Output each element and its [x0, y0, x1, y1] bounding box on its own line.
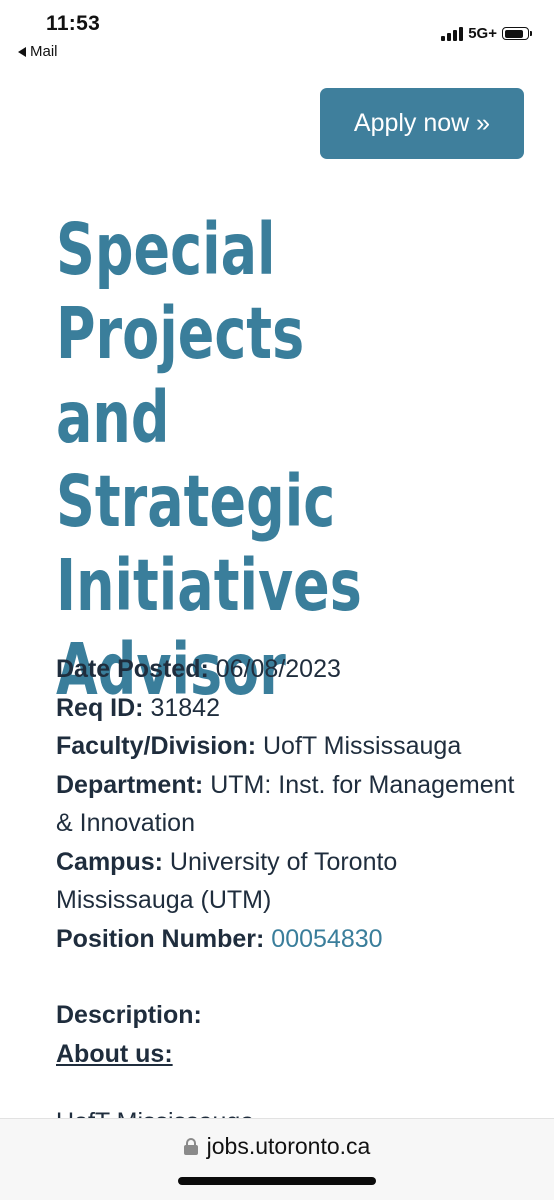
status-bar: 11:53 Mail 5G+ [0, 0, 554, 70]
req-id-row: Req ID: 31842 [56, 689, 526, 728]
position-number-link[interactable]: 00054830 [271, 925, 382, 953]
back-label: Mail [30, 43, 58, 60]
url-text[interactable]: jobs.utoronto.ca [207, 1133, 371, 1160]
status-indicators: 5G+ [441, 25, 532, 42]
date-posted-label: Date Posted: [56, 655, 209, 683]
lock-icon [183, 1138, 198, 1155]
job-details: Date Posted: 06/08/2023 Req ID: 31842 Fa… [56, 650, 526, 1073]
url-row[interactable]: jobs.utoronto.ca [0, 1133, 554, 1160]
cellular-signal-icon [441, 26, 464, 41]
department-label: Department: [56, 770, 204, 799]
position-number-label: Position Number: [56, 924, 265, 953]
faculty-row: Faculty/Division: UofT Mississauga [56, 727, 526, 766]
battery-icon [502, 27, 532, 40]
description-heading: Description: [56, 1001, 202, 1029]
back-to-mail-button[interactable]: Mail [18, 43, 58, 60]
home-indicator[interactable] [178, 1177, 376, 1185]
apply-now-button[interactable]: Apply now » [320, 88, 524, 159]
date-posted-row: Date Posted: 06/08/2023 [56, 650, 526, 689]
status-time: 11:53 [46, 12, 101, 35]
department-row: Department: UTM: Inst. for Management & … [56, 766, 526, 843]
campus-row: Campus: University of Toronto Mississaug… [56, 843, 526, 920]
job-title: Special Projects and Strategic Initiativ… [56, 208, 362, 711]
back-triangle-icon [18, 46, 26, 57]
req-id-value: 31842 [150, 693, 220, 722]
network-type: 5G+ [468, 25, 497, 42]
position-number-row: Position Number: 00054830 [56, 920, 526, 959]
campus-label: Campus: [56, 847, 163, 876]
browser-address-bar[interactable]: jobs.utoronto.ca [0, 1118, 554, 1200]
faculty-label: Faculty/Division: [56, 732, 257, 760]
req-id-label: Req ID: [56, 693, 144, 722]
date-posted-value: 06/08/2023 [215, 655, 341, 683]
about-us-heading: About us: [56, 1039, 173, 1068]
faculty-value: UofT Mississauga [263, 732, 462, 760]
